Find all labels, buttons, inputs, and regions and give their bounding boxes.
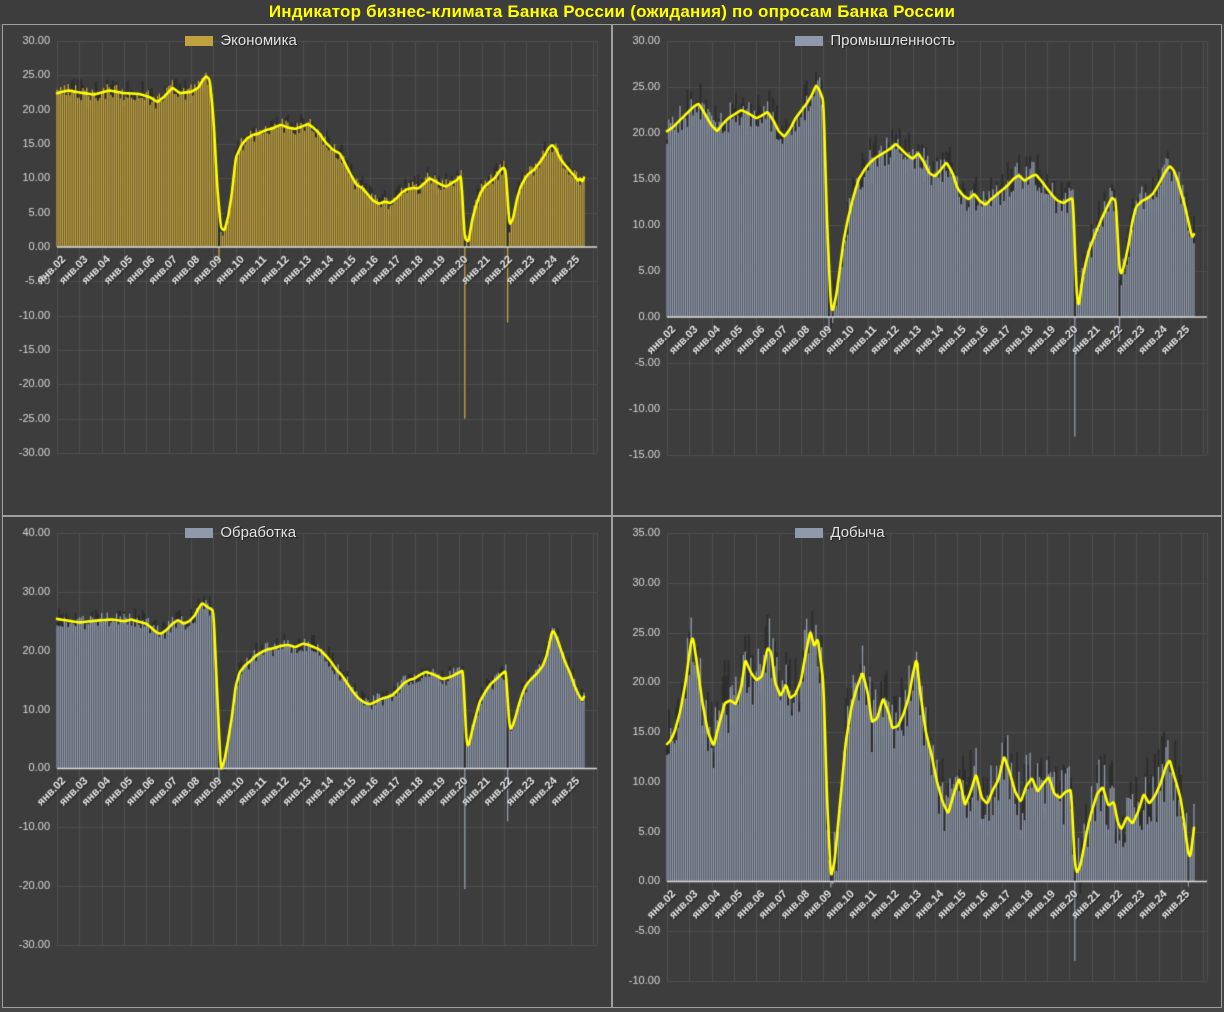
chart-panel-manufacturing: Обработка (2, 516, 612, 1008)
chart-panel-industry: Промышленность (612, 24, 1222, 516)
chart-panel-mining: Добыча (612, 516, 1222, 1008)
manufacturing-chart-canvas (3, 517, 611, 1007)
charts-grid: Экономика Промышленность Обработка Добыч… (2, 24, 1222, 1008)
page: Индикатор бизнес-климата Банка России (о… (0, 0, 1224, 1012)
page-title: Индикатор бизнес-климата Банка России (о… (0, 0, 1224, 24)
economy-chart-canvas (3, 25, 611, 515)
mining-chart-canvas (613, 517, 1221, 1007)
industry-chart-canvas (613, 25, 1221, 515)
chart-panel-economy: Экономика (2, 24, 612, 516)
